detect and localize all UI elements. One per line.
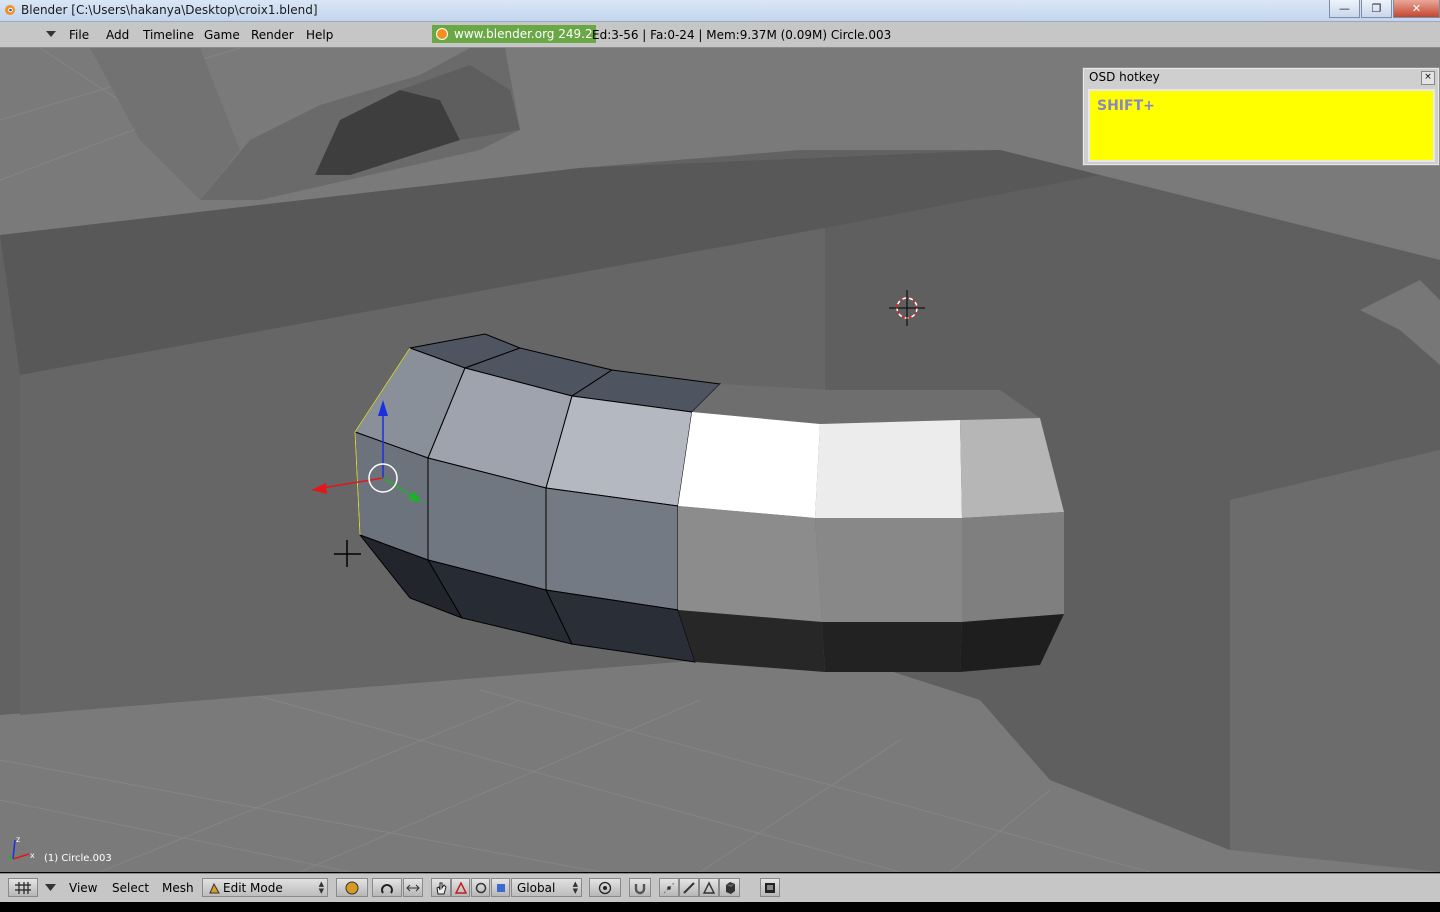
osd-display: SHIFT+ <box>1088 89 1435 162</box>
face-select-mode-button[interactable] <box>699 878 719 897</box>
proportional-edit-button[interactable] <box>589 878 621 897</box>
menu-render[interactable]: Render <box>251 28 294 42</box>
occlude-geometry-button[interactable] <box>719 878 740 897</box>
menu-mesh[interactable]: Mesh <box>162 881 194 895</box>
hand-icon <box>436 882 447 894</box>
circle-icon <box>475 882 486 893</box>
cube-icon <box>725 881 735 894</box>
orientation-select[interactable]: Global ▲ ▼ <box>511 878 582 897</box>
render-preview-button[interactable] <box>760 878 780 897</box>
edit-mode-icon <box>209 882 220 893</box>
solid-cube-icon <box>345 881 359 894</box>
blender-logo-icon <box>436 28 448 40</box>
orientation-select-value: Global <box>517 880 556 895</box>
rotate-manipulator-button[interactable] <box>471 878 490 897</box>
vertex-snap-button[interactable] <box>403 878 423 897</box>
vertex-select-mode-button[interactable] <box>659 878 679 897</box>
window-bottom-edge <box>0 902 1440 912</box>
translate-manipulator-button[interactable] <box>451 878 470 897</box>
minimize-button[interactable]: — <box>1329 0 1360 18</box>
pivot-icon <box>381 883 393 894</box>
maximize-button[interactable]: ❐ <box>1361 0 1392 18</box>
menu-game[interactable]: Game <box>204 28 240 42</box>
menu-file[interactable]: File <box>69 28 89 42</box>
menu-add[interactable]: Add <box>106 28 129 42</box>
manipulator-toggle[interactable] <box>431 878 451 897</box>
active-object-label: (1) Circle.003 <box>44 853 112 864</box>
menu-collapse-icon[interactable] <box>46 31 56 37</box>
osd-title: OSD hotkey <box>1089 70 1160 84</box>
blender-website-link[interactable]: www.blender.org 249.2 <box>432 25 596 43</box>
chevron-updown-icon: ▲ ▼ <box>572 880 578 895</box>
menu-select[interactable]: Select <box>112 881 149 895</box>
viewport-scene[interactable] <box>0 48 1440 872</box>
magnet-icon <box>634 883 646 894</box>
edge-select-icon <box>683 881 695 894</box>
viewport-header: View Select Mesh Edit Mode ▲ ▼ Global ▲ ▼ <box>0 873 1440 902</box>
edge-select-mode-button[interactable] <box>679 878 699 897</box>
close-button[interactable]: ✕ <box>1393 0 1440 18</box>
window-title: Blender [C:\Users\hakanya\Desktop\croix1… <box>21 3 318 17</box>
snap-arrows-icon <box>406 884 420 891</box>
menu-collapse-icon[interactable] <box>45 884 56 892</box>
proportional-edit-icon <box>598 881 612 894</box>
axis-orientation-icon: z x <box>7 835 35 860</box>
menu-timeline[interactable]: Timeline <box>143 28 194 42</box>
window-controls: — ❐ ✕ <box>1328 0 1440 18</box>
mode-select[interactable]: Edit Mode ▲ ▼ <box>202 878 328 897</box>
osd-hotkey-panel: OSD hotkey × SHIFT+ <box>1082 67 1440 166</box>
axis-x-label: x <box>30 851 35 860</box>
window-titlebar: Blender [C:\Users\hakanya\Desktop\croix1… <box>0 0 1440 22</box>
chevron-updown-icon: ▲ ▼ <box>318 880 324 895</box>
mode-select-value: Edit Mode <box>223 880 283 895</box>
menu-view[interactable]: View <box>69 881 97 895</box>
vertex-select-icon <box>663 882 675 893</box>
main-menubar: File Add Timeline Game Render Help www.b… <box>0 22 1440 48</box>
triangle-icon <box>454 881 467 894</box>
pivot-button[interactable] <box>372 878 402 897</box>
menu-help[interactable]: Help <box>306 28 333 42</box>
osd-hotkey-text: SHIFT+ <box>1097 98 1155 114</box>
blender-logo-icon <box>5 5 15 15</box>
grid-icon <box>15 881 31 894</box>
scale-manipulator-button[interactable] <box>491 878 510 897</box>
website-link-label: www.blender.org 249.2 <box>454 27 593 41</box>
face-select-icon <box>702 880 716 894</box>
snap-button[interactable] <box>629 878 651 897</box>
render-icon <box>765 882 775 893</box>
scene-stats: Ed:3-56 | Fa:0-24 | Mem:9.37M (0.09M) Ci… <box>592 28 892 42</box>
draw-type-button[interactable] <box>336 878 368 897</box>
square-icon <box>496 883 505 892</box>
osd-close-button[interactable]: × <box>1421 71 1435 85</box>
editor-type-button[interactable] <box>8 878 38 897</box>
3d-viewport[interactable] <box>0 48 1440 872</box>
axis-z-label: z <box>16 835 20 844</box>
